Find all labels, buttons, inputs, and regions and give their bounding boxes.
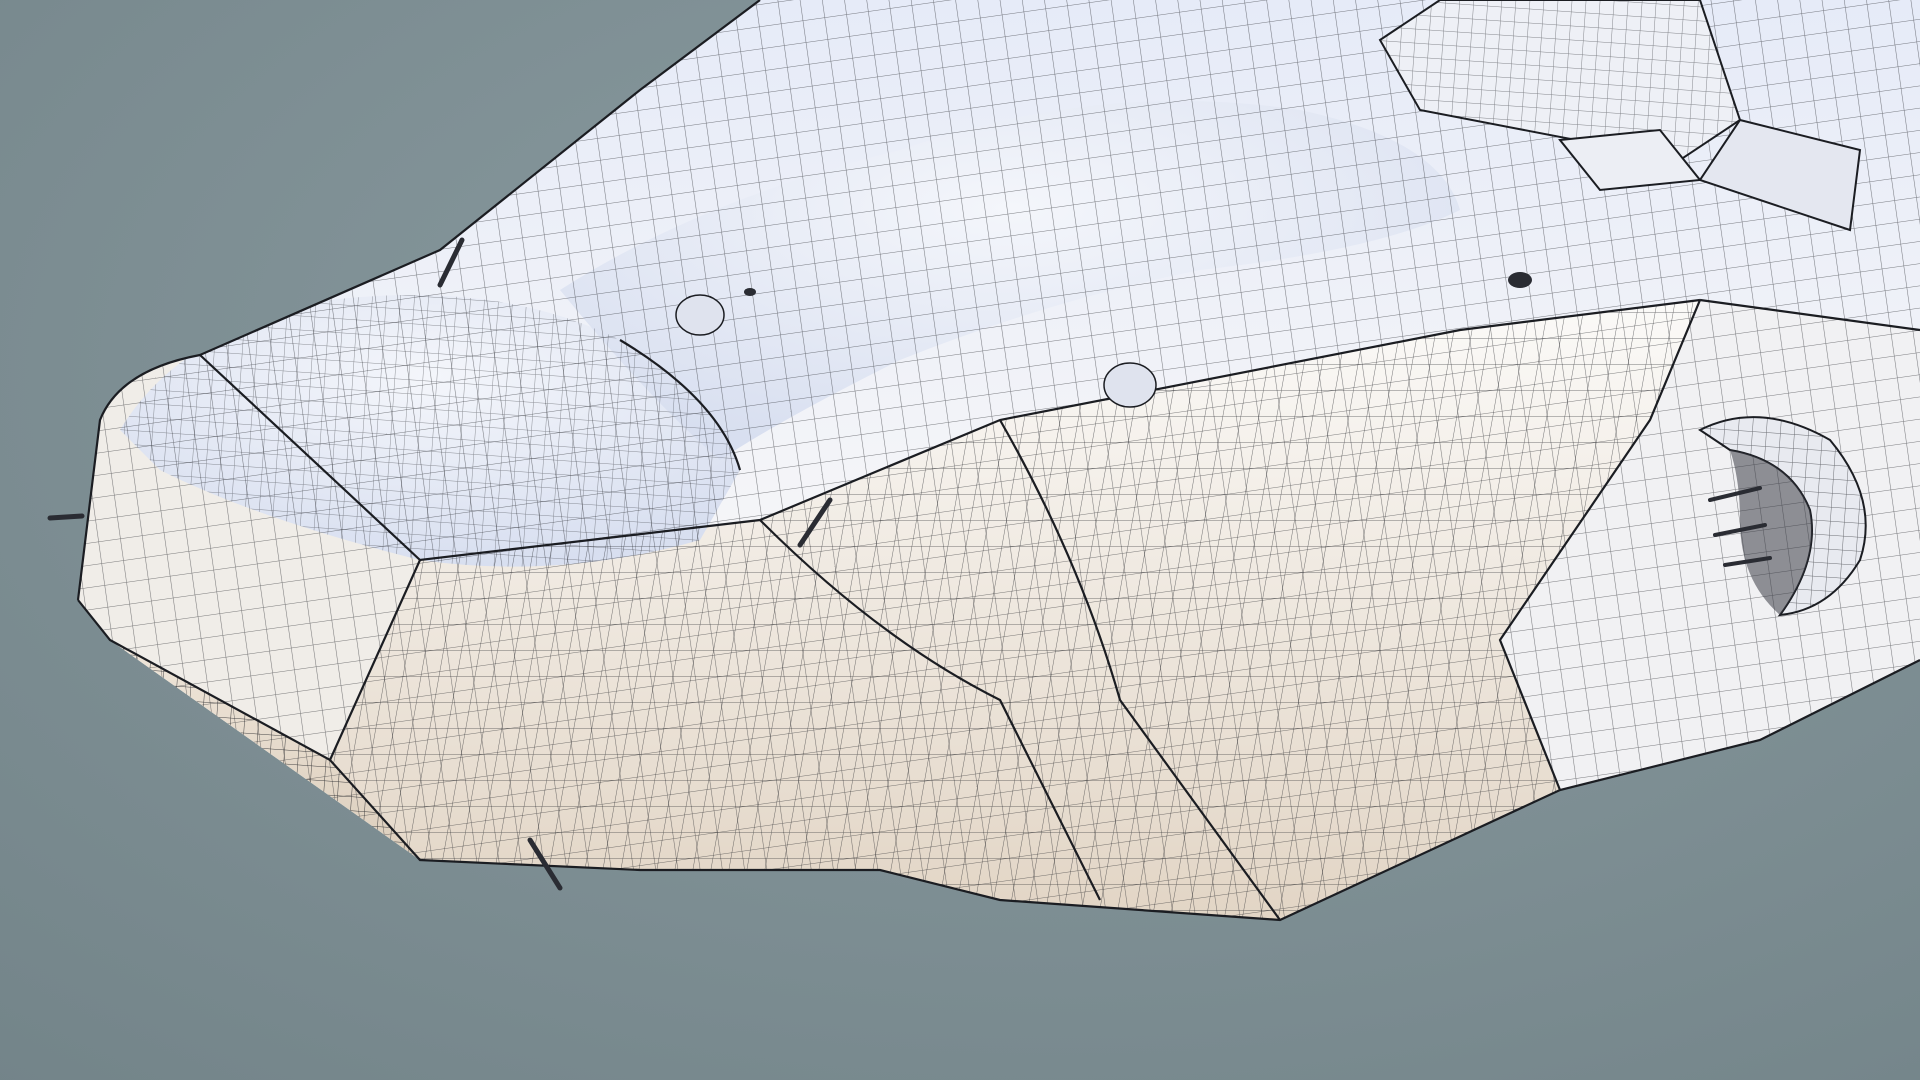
viewport <box>0 0 1920 1080</box>
render-canvas <box>0 0 1920 1080</box>
antenna-nose <box>47 513 85 521</box>
dome-center <box>1103 362 1157 408</box>
dome-left <box>675 294 725 336</box>
port-small-1 <box>744 288 756 296</box>
port-small-2 <box>1508 272 1532 288</box>
